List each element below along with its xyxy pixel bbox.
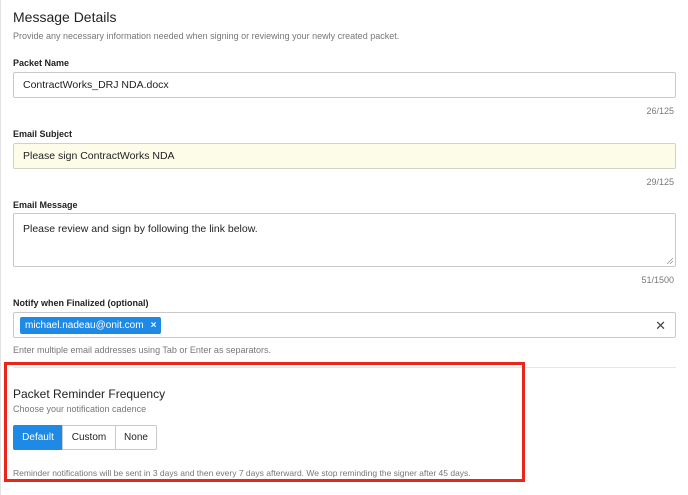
notify-help-text: Enter multiple email addresses using Tab… [13,345,271,355]
email-subject-counter: 29/125 [646,177,674,187]
email-message-value: Please review and sign by following the … [23,223,258,235]
packet-name-counter: 26/125 [646,106,674,116]
reminder-custom-button[interactable]: Custom [62,425,116,450]
remove-tag-icon[interactable]: × [151,320,157,331]
resize-grip-icon[interactable] [666,257,673,264]
notify-label: Notify when Finalized (optional) [13,298,149,308]
reminder-none-button[interactable]: None [115,425,157,450]
email-tag: michael.nadeau@onit.com × [20,317,162,334]
notify-email-field[interactable]: michael.nadeau@onit.com × ✕ [13,312,676,338]
reminder-title: Packet Reminder Frequency [13,387,166,401]
reminder-default-button[interactable]: Default [13,425,63,450]
clear-all-icon[interactable]: ✕ [655,318,666,334]
reminder-frequency-group: Default Custom None [13,425,157,450]
email-message-label: Email Message [13,200,78,210]
email-subject-value: Please sign ContractWorks NDA [23,150,175,162]
reminder-subtitle: Choose your notification cadence [13,404,147,414]
highlight-box [4,362,525,482]
packet-name-input[interactable]: ContractWorks_DRJ NDA.docx [13,72,676,98]
reminder-note: Reminder notifications will be sent in 3… [13,468,471,478]
email-subject-input[interactable]: Please sign ContractWorks NDA [13,143,676,169]
page-subtitle: Provide any necessary information needed… [13,31,400,41]
message-details-panel: Message Details Provide any necessary in… [0,0,688,495]
email-subject-label: Email Subject [13,129,73,139]
email-message-textarea[interactable]: Please review and sign by following the … [13,213,676,267]
page-title: Message Details [13,9,117,25]
packet-name-value: ContractWorks_DRJ NDA.docx [23,79,169,91]
email-message-counter: 51/1500 [641,275,674,285]
packet-name-label: Packet Name [13,58,70,68]
email-tag-label: michael.nadeau@onit.com [25,320,144,331]
